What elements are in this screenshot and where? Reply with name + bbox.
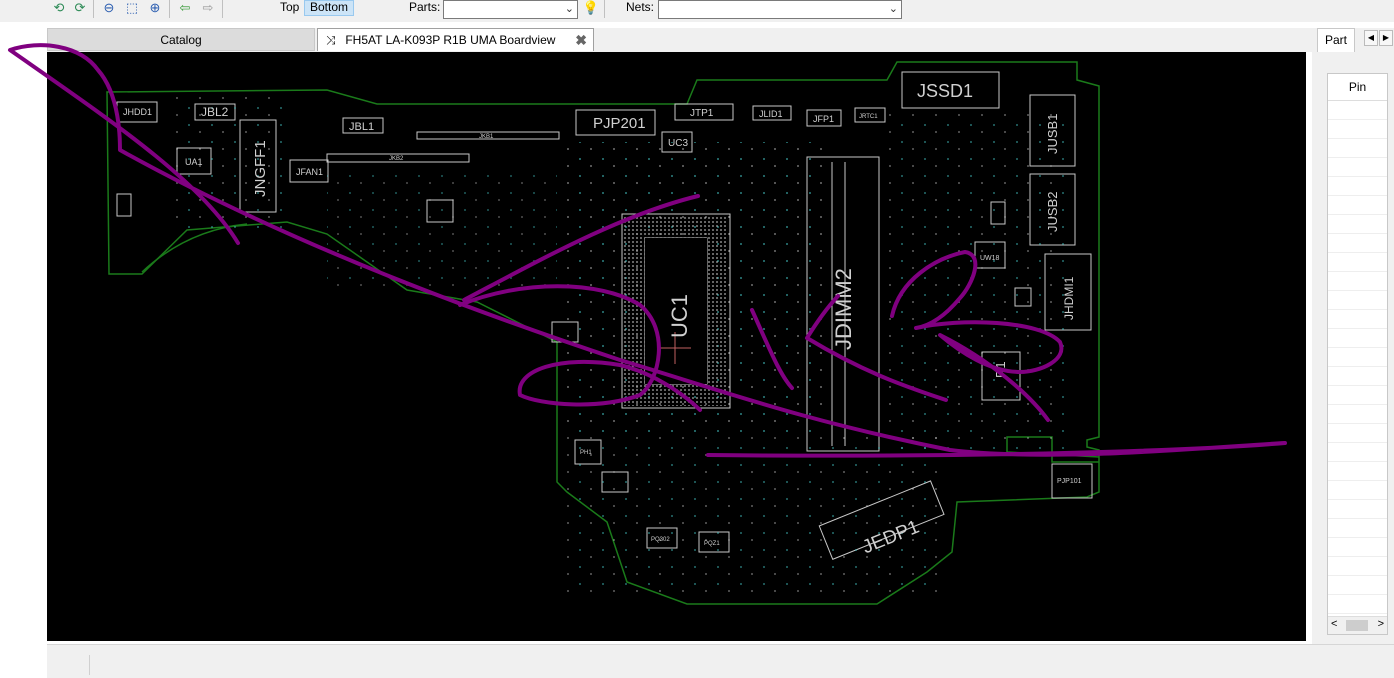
chevron-down-icon: ⌄ (564, 3, 574, 15)
grid-row (1328, 481, 1387, 500)
grid-row (1328, 367, 1387, 386)
via-field (327, 167, 557, 287)
pin-grid[interactable]: Pin < > (1327, 73, 1388, 635)
tab-part[interactable]: Part (1317, 28, 1355, 52)
lightbulb-icon[interactable]: 💡 (582, 0, 600, 16)
grid-row (1328, 538, 1387, 557)
via-field (887, 112, 1067, 452)
label-pjp101: PJP101 (1057, 478, 1082, 485)
label-r1: R1 (993, 361, 1008, 378)
pin-column-header[interactable]: Pin (1328, 74, 1387, 101)
label-jtp1: JTP1 (690, 108, 714, 119)
shuffle-icon: ⤨ (326, 33, 336, 47)
scroll-left-icon[interactable]: < (1331, 618, 1337, 630)
grid-row (1328, 291, 1387, 310)
label-jbl2: JBL2 (201, 105, 229, 119)
tab-scroll-left-button[interactable]: ◀ (1364, 30, 1378, 46)
grid-row (1328, 576, 1387, 595)
grid-row (1328, 196, 1387, 215)
label-uc3: UC3 (668, 138, 688, 149)
grid-row (1328, 405, 1387, 424)
label-jlid1: JLID1 (759, 109, 783, 119)
grid-row (1328, 310, 1387, 329)
grid-row (1328, 329, 1387, 348)
grid-row (1328, 557, 1387, 576)
part-panel: Part ◀ ▶ Pin < > (1312, 28, 1394, 644)
tab-scroll-right-button[interactable]: ▶ (1379, 30, 1393, 46)
grid-row (1328, 215, 1387, 234)
toolbar-separator (604, 0, 605, 18)
label-uc1: UC1 (667, 294, 692, 338)
label-ua1: UA1 (185, 157, 203, 167)
grid-row (1328, 462, 1387, 481)
grid-row (1328, 253, 1387, 272)
grid-row (1328, 424, 1387, 443)
label-jbl1: JBL1 (349, 121, 374, 133)
grid-row (1328, 348, 1387, 367)
grid-row (1328, 120, 1387, 139)
label-pq302: PQ302 (651, 537, 670, 543)
scroll-thumb[interactable] (1346, 620, 1368, 631)
label-jngff1: JNGFF1 (252, 140, 269, 197)
label-jdimm2: JDIMM2 (831, 268, 856, 350)
side-top-toggle[interactable]: Top (280, 0, 299, 16)
tab-boardview[interactable]: ⤨ FH5AT LA-K093P R1B UMA Boardview ✖ (317, 28, 594, 51)
status-separator (89, 655, 90, 675)
back-arrow-icon[interactable]: ⇦ (176, 0, 194, 16)
small-ic-footprint (116, 193, 132, 217)
toolbar-separator (93, 0, 94, 18)
via-field (567, 432, 947, 592)
zoom-in-icon[interactable]: ⊕ (146, 0, 164, 16)
toolbar-separator (222, 0, 223, 18)
label-jhdd1: JHDD1 (123, 107, 152, 117)
grid-row (1328, 177, 1387, 196)
status-bar (47, 644, 1394, 678)
board-canvas[interactable]: JHDD1 JBL2 JBL1 JNGFF1 UA1 JFAN1 JKB1 JK… (47, 52, 1306, 641)
label-jkb1: JKB1 (479, 134, 494, 140)
toolbar-separator (169, 0, 170, 18)
label-jfan1: JFAN1 (296, 167, 323, 177)
label-pqz1: PQZ1 (704, 541, 720, 547)
horizontal-scrollbar[interactable]: < > (1328, 616, 1387, 634)
side-bottom-toggle[interactable]: Bottom (304, 0, 354, 16)
grid-row (1328, 500, 1387, 519)
grid-row (1328, 595, 1387, 614)
board-drawing[interactable]: JHDD1 JBL2 JBL1 JNGFF1 UA1 JFAN1 JKB1 JK… (47, 52, 1306, 641)
grid-row (1328, 101, 1387, 120)
label-jkb2: JKB2 (389, 156, 404, 162)
zoom-out-icon[interactable]: ⊖ (100, 0, 118, 16)
nets-label: Nets: (626, 0, 655, 14)
left-gutter (0, 22, 47, 677)
tab-boardview-label: FH5AT LA-K093P R1B UMA Boardview (345, 33, 556, 47)
forward-arrow-icon[interactable]: ⇨ (199, 0, 217, 16)
grid-row (1328, 519, 1387, 538)
grid-row (1328, 443, 1387, 462)
label-jssd1: JSSD1 (917, 81, 973, 101)
rotate-icon[interactable]: ⟳ (71, 0, 89, 16)
grid-row (1328, 234, 1387, 253)
label-jrtc1: JRTC1 (859, 114, 878, 120)
label-jfp1: JFP1 (813, 114, 834, 124)
scroll-right-icon[interactable]: > (1378, 618, 1384, 630)
grid-row (1328, 386, 1387, 405)
close-icon[interactable]: ✖ (575, 29, 587, 51)
parts-label: Parts: (409, 0, 441, 14)
parts-combobox[interactable]: ⌄ (443, 0, 578, 19)
grid-row (1328, 139, 1387, 158)
refresh-icon[interactable]: ⟲ (50, 0, 68, 16)
fit-icon[interactable]: ⬚ (123, 0, 141, 16)
nets-combobox[interactable]: ⌄ (658, 0, 902, 19)
document-tabstrip: Catalog ⤨ FH5AT LA-K093P R1B UMA Boardvi… (47, 28, 1312, 52)
label-ph1: PH1 (580, 450, 592, 456)
label-uw18: UW18 (980, 255, 1000, 262)
grid-row (1328, 272, 1387, 291)
chevron-down-icon: ⌄ (888, 3, 898, 15)
label-jusb2: JUSB2 (1045, 192, 1060, 232)
grid-row (1328, 158, 1387, 177)
toolbar: ⟲ ⟳ ⊖ ⬚ ⊕ ⇦ ⇨ Top Bottom Parts: ⌄ 💡 Nets… (0, 0, 1394, 22)
label-jhdmi1: JHDMI1 (1062, 276, 1076, 320)
label-jusb1: JUSB1 (1045, 114, 1060, 154)
label-pjp201: PJP201 (593, 115, 646, 132)
tab-catalog[interactable]: Catalog (47, 28, 315, 51)
